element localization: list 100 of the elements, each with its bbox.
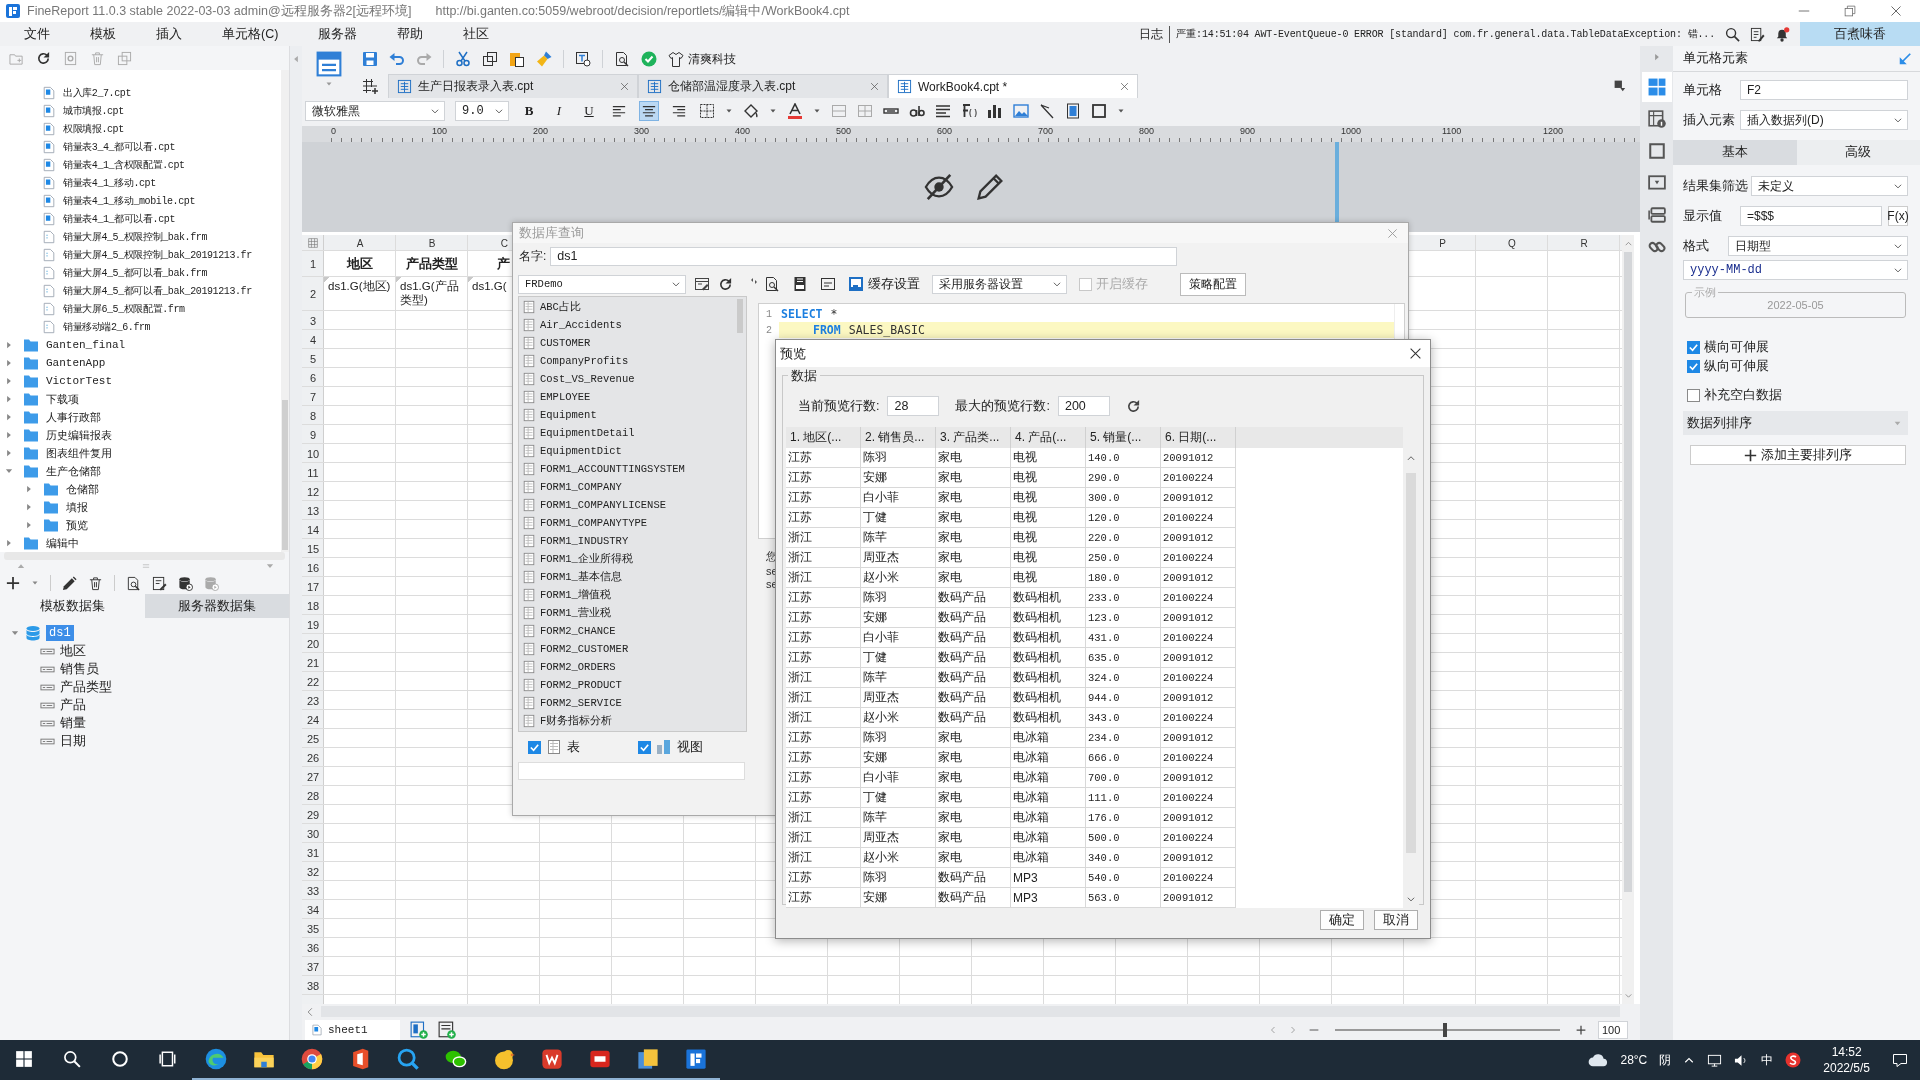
insert-dropdown[interactable]: 插入数据列(D) xyxy=(1740,110,1908,130)
column-header[interactable]: R xyxy=(1548,235,1620,251)
report-icon[interactable] xyxy=(315,50,343,78)
cell-field[interactable]: F2 xyxy=(1740,80,1908,100)
menu-item[interactable]: 服务器 xyxy=(304,22,372,46)
sql-box-icon[interactable] xyxy=(820,276,836,292)
table-list-item[interactable]: FORM1_INDUSTRY xyxy=(519,532,734,550)
tree-item[interactable]: 城市填报.cpt xyxy=(0,102,281,120)
column-header[interactable]: Q xyxy=(1476,235,1548,251)
menu-item[interactable]: 文件 xyxy=(10,22,64,46)
browser-icon[interactable] xyxy=(301,1048,323,1070)
tree-item[interactable]: 填报 xyxy=(0,498,281,516)
row-number[interactable]: 17 xyxy=(302,577,324,596)
column-header[interactable]: C xyxy=(468,235,512,251)
tree-item[interactable]: 出入库2_7.cpt xyxy=(0,84,281,102)
add-sheet-icon[interactable] xyxy=(409,1020,428,1039)
zoom-slider-thumb[interactable] xyxy=(1443,1022,1448,1037)
row-number[interactable]: 3 xyxy=(302,311,324,330)
table-list-item[interactable]: FORM1_COMPANYLICENSE xyxy=(519,496,734,514)
row-number[interactable]: 27 xyxy=(302,767,324,786)
table-list-item[interactable]: FORM1_基本信息 xyxy=(519,568,734,586)
font-dropdown[interactable]: 微软雅黑 xyxy=(305,101,445,121)
row-number[interactable]: 14 xyxy=(302,520,324,539)
row-number[interactable]: 15 xyxy=(302,539,324,558)
border-icon[interactable] xyxy=(1091,103,1107,119)
table-list-item[interactable]: EquipmentDetail xyxy=(519,424,734,442)
tree-item[interactable]: 销量表4_1_移动_mobile.cpt xyxy=(0,192,281,210)
zoom-field[interactable]: 100 xyxy=(1598,1020,1628,1039)
app-tray-icon[interactable] xyxy=(1785,1052,1802,1068)
weather-text[interactable]: 28°C xyxy=(1620,1053,1648,1067)
edit-icon[interactable] xyxy=(62,575,77,591)
start-icon[interactable] xyxy=(15,1050,33,1068)
column-header[interactable]: P xyxy=(1409,235,1476,251)
scroll-down-icon[interactable] xyxy=(1406,894,1416,904)
column-header[interactable]: 6. 日期(... xyxy=(1161,427,1236,448)
delete-icon[interactable] xyxy=(88,575,103,591)
bar-chart-icon[interactable] xyxy=(987,103,1003,119)
row-number[interactable]: 29 xyxy=(302,805,324,824)
close-icon[interactable] xyxy=(1409,347,1422,360)
row-number[interactable]: 6 xyxy=(302,368,324,387)
cache-mode-dropdown[interactable]: 采用服务器设置 xyxy=(932,274,1067,294)
pencil-icon[interactable] xyxy=(976,173,1004,201)
row-number[interactable]: 13 xyxy=(302,501,324,520)
weather-condition[interactable]: 阴 xyxy=(1659,1051,1672,1069)
tree-item[interactable]: 销量大屏4_5_权限控制_bak.frm xyxy=(0,228,281,246)
row-number[interactable]: 34 xyxy=(302,900,324,919)
zoom-in-icon[interactable] xyxy=(1576,1024,1586,1035)
slash-icon[interactable] xyxy=(1039,103,1055,119)
refresh-icon[interactable] xyxy=(36,50,51,66)
bold-button[interactable]: B xyxy=(519,101,539,121)
chat-icon[interactable] xyxy=(445,1048,467,1070)
bell-icon[interactable] xyxy=(1775,26,1790,42)
row-number[interactable]: 2 xyxy=(302,277,324,311)
refresh-icon[interactable] xyxy=(718,276,733,292)
table-list-item[interactable]: EMPLOYEE xyxy=(519,388,734,406)
brand-button[interactable]: 清爽科技 xyxy=(668,50,736,68)
table-list-item[interactable]: FORM1_企业所得税 xyxy=(519,550,734,568)
tab[interactable]: 基本 xyxy=(1673,140,1797,165)
row-number[interactable]: 36 xyxy=(302,938,324,957)
italic-button[interactable]: I xyxy=(549,101,569,121)
table-list-item[interactable]: FORM1_ACCOUNTTINGSYSTEM xyxy=(519,460,734,478)
office-app-icon[interactable] xyxy=(541,1048,563,1070)
row-number[interactable]: 19 xyxy=(302,615,324,634)
add-sort-button[interactable]: 添加主要排列序 xyxy=(1690,445,1906,465)
formula-button[interactable]: F(x) xyxy=(1888,206,1908,226)
scroll-up-icon[interactable] xyxy=(1406,453,1416,463)
formula-icon[interactable] xyxy=(961,103,977,119)
preview-icon[interactable] xyxy=(614,51,630,67)
menu-item[interactable]: 插入 xyxy=(142,22,196,46)
refresh-icon[interactable] xyxy=(1125,398,1141,414)
tree-item[interactable]: 预览 xyxy=(0,516,281,534)
splitter-handle-icon[interactable] xyxy=(140,561,151,571)
column-header[interactable]: A xyxy=(324,235,396,251)
row-number[interactable]: 1 xyxy=(302,251,324,277)
tree-item[interactable]: 图表组件复用 xyxy=(0,444,281,462)
row-number[interactable]: 35 xyxy=(302,919,324,938)
sql-file-icon[interactable] xyxy=(792,276,808,292)
table-list-item[interactable]: ABC占比 xyxy=(519,298,734,316)
column-header[interactable]: 4. 产品(... xyxy=(1011,427,1086,448)
caret-icon[interactable] xyxy=(813,107,821,115)
expand-collapse-icon[interactable] xyxy=(749,277,758,285)
user-button[interactable]: 百煮味香 xyxy=(1800,22,1920,46)
caret-icon[interactable] xyxy=(769,107,777,115)
document-tab[interactable]: 生产日报表录入表.cpt xyxy=(388,74,638,98)
filter-dropdown[interactable]: 未定义 xyxy=(1751,176,1908,196)
dock-arrow-icon[interactable] xyxy=(1898,51,1912,66)
table-list-item[interactable]: Equipment xyxy=(519,406,734,424)
row-number[interactable]: 37 xyxy=(302,957,324,976)
side-tab[interactable] xyxy=(1641,72,1672,102)
add-icon[interactable] xyxy=(6,576,20,590)
column-header[interactable]: 2. 销售员... xyxy=(861,427,936,448)
tab-menu-icon[interactable] xyxy=(1613,78,1626,92)
table-list-item[interactable]: Cost_VS_Revenue xyxy=(519,370,734,388)
tab[interactable]: 高级 xyxy=(1796,140,1920,165)
menu-item[interactable]: 社区 xyxy=(449,22,504,46)
checkbox[interactable] xyxy=(1687,341,1700,354)
log-button[interactable]: 日志 xyxy=(1139,25,1171,43)
tree-item[interactable]: 仓储部 xyxy=(0,480,281,498)
checkbox[interactable] xyxy=(1687,389,1700,402)
cache-settings-button[interactable]: 缓存设置 xyxy=(848,275,920,293)
